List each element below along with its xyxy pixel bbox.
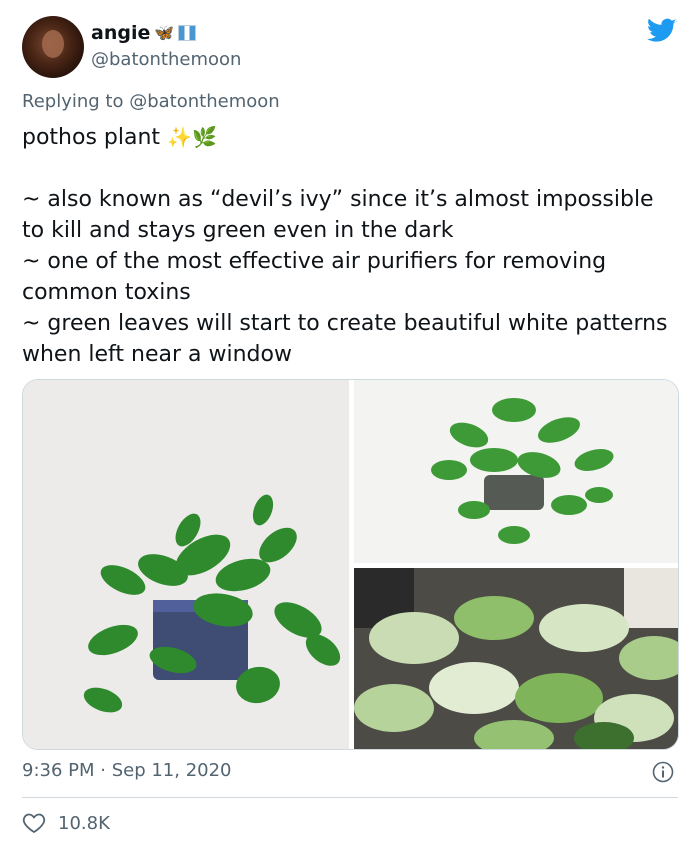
display-name-text: angie <box>91 22 151 44</box>
info-icon[interactable] <box>652 761 674 783</box>
replying-label: Replying to <box>22 91 124 112</box>
like-action[interactable]: 10.8K <box>22 812 110 834</box>
tweet-timestamp[interactable]: 9:36 PM · Sep 11, 2020 <box>22 760 232 781</box>
author-block: angie 🦋 @batonthemoon <box>91 22 241 70</box>
photo-hanging-pothos[interactable] <box>354 380 678 563</box>
photo-potted-pothos[interactable] <box>23 380 349 749</box>
photo-variegated-pothos[interactable] <box>354 568 678 749</box>
twitter-bird-icon[interactable] <box>647 18 677 44</box>
flag-icon <box>178 25 197 41</box>
media-grid <box>22 379 679 750</box>
handle[interactable]: @batonthemoon <box>91 49 241 70</box>
tweet-text: pothos plant ✨🌿 ~ also known as “devil’s… <box>22 122 682 370</box>
avatar[interactable] <box>22 16 84 78</box>
display-name[interactable]: angie 🦋 <box>91 22 241 44</box>
tweet-title-line: pothos plant ✨🌿 <box>22 122 682 153</box>
like-count: 10.8K <box>58 812 110 834</box>
tweet-line-2: ~ one of the most effective air purifier… <box>22 249 607 305</box>
replying-handle[interactable]: @batonthemoon <box>129 91 279 112</box>
tweet-line-1: ~ also known as “devil’s ivy” since it’s… <box>22 187 654 243</box>
tweet-line-3: ~ green leaves will start to create beau… <box>22 311 668 367</box>
tweet-title: pothos plant <box>22 125 161 150</box>
butterfly-emoji: 🦋 <box>154 23 175 42</box>
heart-icon[interactable] <box>22 812 46 834</box>
sparkles-emoji: ✨🌿 <box>167 125 217 149</box>
divider <box>22 797 678 798</box>
replying-to: Replying to @batonthemoon <box>22 91 280 112</box>
